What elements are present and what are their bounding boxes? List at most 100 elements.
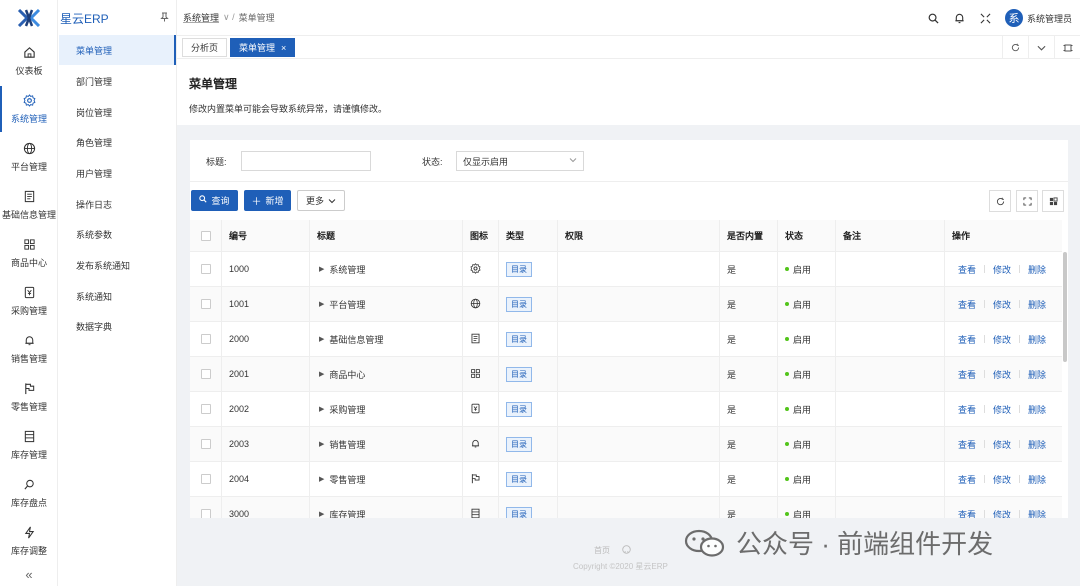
edit-link[interactable]: 修改 [993,298,1011,311]
table-row[interactable]: 2000 ▶ 基础信息管理 目录 是 启用 查看 修改 删除 [190,322,1062,357]
delete-link[interactable]: 删除 [1028,508,1046,519]
view-link[interactable]: 查看 [958,333,976,346]
expand-icon[interactable] [1016,190,1038,212]
col-type[interactable]: 类型 [499,220,558,251]
delete-link[interactable]: 删除 [1028,263,1046,276]
rail-item-retail[interactable]: 零售管理 [0,374,58,420]
row-checkbox[interactable] [200,369,211,379]
col-builtin[interactable]: 是否内置 [720,220,778,251]
edit-link[interactable]: 修改 [993,403,1011,416]
search-icon[interactable] [921,5,947,31]
chevron-down-icon[interactable] [1028,36,1054,59]
rail-item-platform[interactable]: 平台管理 [0,134,58,180]
expand-row-icon[interactable]: ▶ [319,510,324,518]
edit-link[interactable]: 修改 [993,333,1011,346]
col-permission[interactable]: 权限 [558,220,720,251]
expand-row-icon[interactable]: ▶ [319,335,324,343]
breadcrumb-system[interactable]: 系统管理 [183,11,219,24]
row-checkbox[interactable] [200,474,211,484]
view-link[interactable]: 查看 [958,368,976,381]
rail-item-system[interactable]: 系统管理 [0,86,58,132]
add-button[interactable]: ＋ 新增 [244,190,291,211]
expand-row-icon[interactable]: ▶ [319,405,324,413]
tab-analysis[interactable]: 分析页 [182,38,228,57]
submenu-item-user[interactable]: 用户管理 [59,158,176,188]
table-row[interactable]: 1000 ▶ 系统管理 目录 是 启用 查看 修改 删除 [190,252,1062,287]
row-checkbox[interactable] [200,334,211,344]
view-link[interactable]: 查看 [958,438,976,451]
view-link[interactable]: 查看 [958,298,976,311]
expand-row-icon[interactable]: ▶ [319,265,324,273]
edit-link[interactable]: 修改 [993,438,1011,451]
row-checkbox[interactable] [200,509,211,518]
expand-row-icon[interactable]: ▶ [319,300,324,308]
collapse-menu-icon[interactable]: « [0,567,58,582]
expand-row-icon[interactable]: ▶ [319,370,324,378]
table-row[interactable]: 2004 ▶ 零售管理 目录 是 启用 查看 修改 删除 [190,462,1062,497]
view-link[interactable]: 查看 [958,403,976,416]
submenu-item-notice[interactable]: 系统通知 [59,281,176,311]
view-link[interactable]: 查看 [958,508,976,519]
expand-row-icon[interactable]: ▶ [319,475,324,483]
tab-menu-management[interactable]: 菜单管理 × [230,38,296,57]
submenu-item-publish-notice[interactable]: 发布系统通知 [59,250,176,280]
status-filter-select[interactable]: 仅显示启用 [456,151,584,171]
column-settings-icon[interactable] [1042,190,1064,212]
table-row[interactable]: 2001 ▶ 商品中心 目录 是 启用 查看 修改 删除 [190,357,1062,392]
row-checkbox[interactable] [200,404,211,414]
col-icon[interactable]: 图标 [463,220,499,251]
submenu-item-oplog[interactable]: 操作日志 [59,189,176,219]
col-action[interactable]: 操作 [945,220,1062,251]
edit-link[interactable]: 修改 [993,508,1011,519]
brand-name[interactable]: 星云ERP [60,10,109,27]
table-row[interactable]: 2002 ▶ 采购管理 目录 是 启用 查看 修改 删除 [190,392,1062,427]
rail-item-stocktake[interactable]: 库存盘点 [0,470,58,516]
refresh-icon[interactable] [989,190,1011,212]
rail-item-goods[interactable]: 商品中心 [0,230,58,276]
close-icon[interactable]: × [281,43,286,53]
delete-link[interactable]: 删除 [1028,438,1046,451]
maximize-icon[interactable] [1054,36,1080,59]
delete-link[interactable]: 删除 [1028,473,1046,486]
rail-item-stock-adjust[interactable]: 库存调整 [0,518,58,564]
refresh-tab-icon[interactable] [1002,36,1028,59]
col-title[interactable]: 标题 [310,220,463,251]
rail-item-purchase[interactable]: 采购管理 [0,278,58,324]
rail-item-sales[interactable]: 销售管理 [0,326,58,372]
row-checkbox[interactable] [200,264,211,274]
github-icon[interactable] [622,545,631,556]
view-link[interactable]: 查看 [958,263,976,276]
edit-link[interactable]: 修改 [993,473,1011,486]
col-remark[interactable]: 备注 [836,220,945,251]
submenu-item-department[interactable]: 部门管理 [59,66,176,96]
delete-link[interactable]: 删除 [1028,298,1046,311]
table-row[interactable]: 1001 ▶ 平台管理 目录 是 启用 查看 修改 删除 [190,287,1062,322]
col-code[interactable]: 编号 [222,220,310,251]
submenu-item-params[interactable]: 系统参数 [59,219,176,249]
notification-bell-icon[interactable] [947,5,973,31]
expand-row-icon[interactable]: ▶ [319,440,324,448]
table-row[interactable]: 2003 ▶ 销售管理 目录 是 启用 查看 修改 删除 [190,427,1062,462]
row-checkbox[interactable] [200,439,211,449]
submenu-item-role[interactable]: 角色管理 [59,127,176,157]
delete-link[interactable]: 删除 [1028,368,1046,381]
more-button[interactable]: 更多 [297,190,345,211]
fullscreen-icon[interactable] [973,5,999,31]
submenu-item-position[interactable]: 岗位管理 [59,97,176,127]
select-all-checkbox[interactable] [190,220,222,251]
brand-logo[interactable] [0,0,58,36]
rail-item-inventory[interactable]: 库存管理 [0,422,58,468]
pin-icon[interactable] [160,12,169,25]
user-name[interactable]: 系统管理员 [1027,12,1072,25]
footer-home-link[interactable]: 首页 [594,545,610,556]
rail-item-dashboard[interactable]: 仪表板 [0,38,58,84]
row-checkbox[interactable] [200,299,211,309]
title-filter-input[interactable] [241,151,371,171]
avatar[interactable]: 系 [1004,9,1023,27]
checkbox[interactable] [200,230,211,241]
submenu-item-dictionary[interactable]: 数据字典 [59,311,176,341]
rail-item-basic-info[interactable]: 基础信息管理 [0,182,58,228]
chevron-down-icon[interactable]: ∨ / [223,12,235,23]
view-link[interactable]: 查看 [958,473,976,486]
edit-link[interactable]: 修改 [993,368,1011,381]
